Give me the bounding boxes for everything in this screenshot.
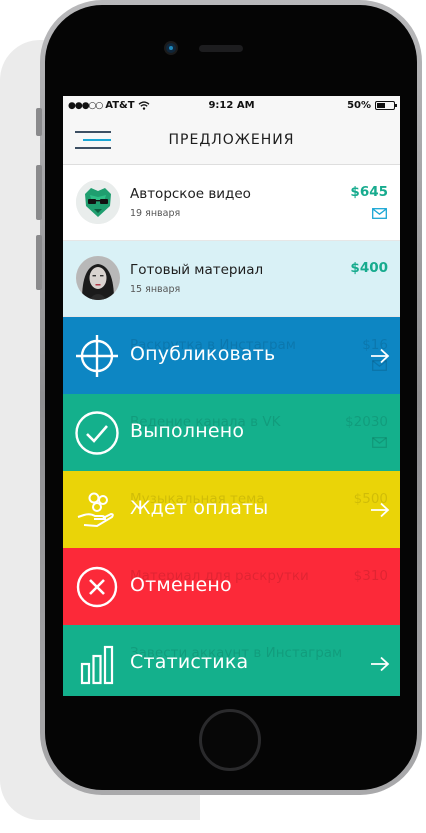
cancel-icon (76, 566, 118, 608)
avatar-bear-icon (76, 180, 120, 224)
mute-switch (36, 108, 42, 136)
offer-price: $400 (350, 260, 388, 276)
mail-icon[interactable] (372, 208, 387, 219)
home-button[interactable] (199, 709, 261, 771)
offer-date: 15 января (130, 284, 181, 295)
arrow-right-icon[interactable] (370, 656, 390, 672)
battery-percent: 50% (347, 100, 371, 111)
action-label: Отменено (130, 574, 232, 596)
action-publish[interactable]: Раскрутка в Инстаграм $16 Опубликовать (63, 317, 400, 394)
offer-item-ready-material[interactable]: Готовый материал 15 января $400 (63, 241, 400, 317)
arrow-right-icon[interactable] (370, 502, 390, 518)
action-label: Выполнено (130, 420, 245, 442)
battery-icon (375, 101, 397, 110)
avatar-portrait-icon (76, 256, 120, 300)
action-label: Опубликовать (130, 343, 276, 365)
offer-title: Готовый материал (130, 262, 264, 278)
offer-price: $645 (350, 184, 388, 200)
ghost-offer-price: $2030 (345, 414, 388, 430)
earpiece-speaker (199, 45, 243, 52)
status-bar: ●●●○○ AT&T 9:12 AM 50% (63, 96, 400, 116)
action-label: Статистика (130, 651, 249, 673)
front-camera-icon (166, 43, 176, 53)
offer-item-author-video[interactable]: Авторское видео 19 января $645 (63, 165, 400, 241)
action-awaiting-payment[interactable]: Музыкальная тема $500 Ждет оплаты (63, 471, 400, 548)
ghost-mail-icon (372, 437, 387, 448)
checkmark-icon (75, 411, 119, 455)
bar-chart-icon (80, 645, 114, 685)
offer-date: 19 января (130, 208, 181, 219)
volume-down-button (36, 235, 42, 290)
action-cancelled[interactable]: Материал для раскрутки $310 Отменено (63, 548, 400, 625)
offer-title: Авторское видео (130, 186, 251, 202)
action-completed[interactable]: Ведение канала в VK $2030 Выполнено (63, 394, 400, 471)
action-label: Ждет оплаты (130, 497, 269, 519)
volume-up-button (36, 165, 42, 220)
app-header: ПРЕДЛОЖЕНИЯ (63, 116, 400, 165)
crosshair-icon (76, 335, 118, 377)
ghost-offer-price: $310 (353, 568, 388, 584)
hand-coins-icon (77, 492, 114, 528)
page-title: ПРЕДЛОЖЕНИЯ (168, 132, 295, 148)
status-right: 50% (347, 100, 397, 111)
app-screen: ●●●○○ AT&T 9:12 AM 50% ПРЕДЛОЖЕНИЯ Автор… (63, 96, 400, 696)
arrow-right-icon[interactable] (370, 348, 390, 364)
action-statistics[interactable]: Завести аккаунт в Инстаграм Статистика (63, 625, 400, 696)
